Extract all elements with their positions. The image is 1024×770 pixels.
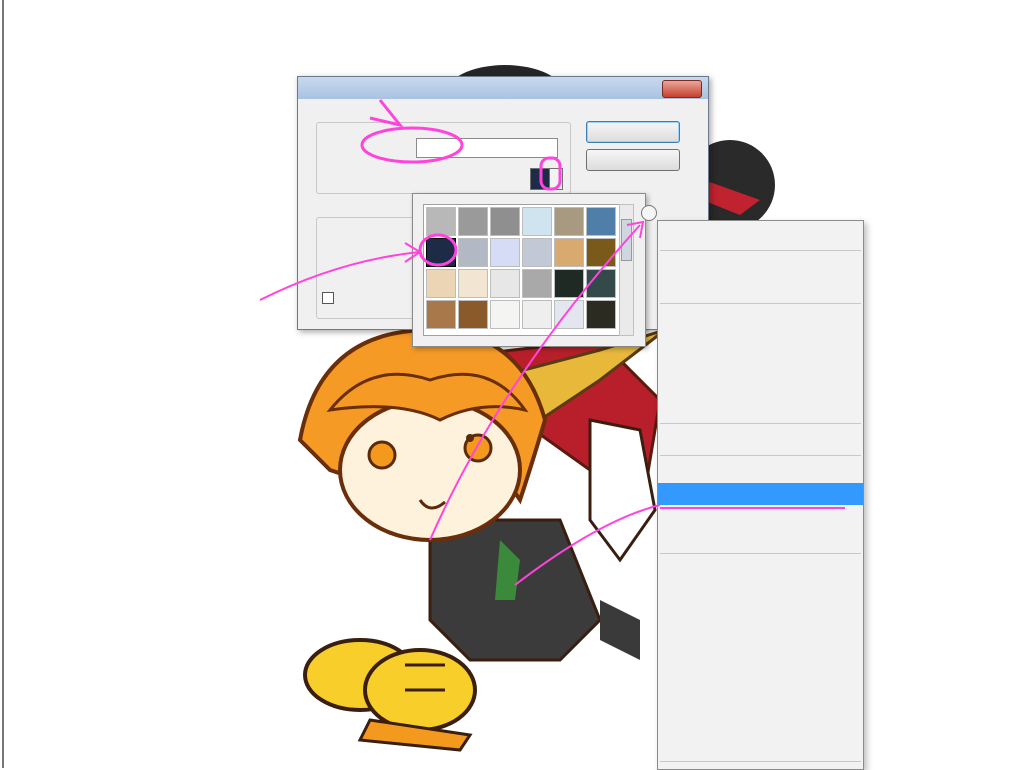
pink-annotations bbox=[259, 99, 845, 586]
